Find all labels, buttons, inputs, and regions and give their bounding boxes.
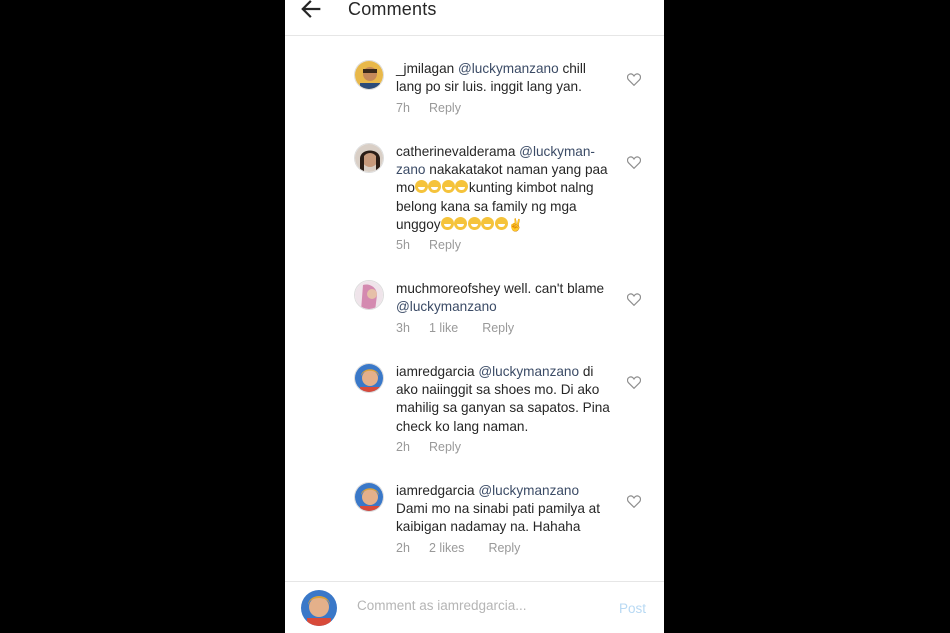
comment-time: 7h [396, 101, 410, 115]
reply-button[interactable]: Reply [488, 541, 520, 555]
comment-body: mo [396, 180, 415, 196]
comment-meta: 2h 2 likes Reply [396, 541, 520, 555]
comment-meta: 2h Reply [396, 440, 461, 454]
comment-meta: 5h Reply [396, 238, 461, 252]
heart-icon[interactable] [627, 156, 641, 169]
laughing-emoji-icon [428, 180, 442, 194]
comment-body: kaibigan nadamay na. Hahaha [396, 519, 581, 535]
reply-button[interactable]: Reply [482, 321, 514, 335]
comment-text: muchmoreofshey well. can't blame @luckym… [396, 280, 616, 316]
comment-mention[interactable]: @luckymanzano [396, 299, 497, 314]
comment-body: nakakatakot naman yang paa [425, 162, 608, 178]
comment-body: Dami mo na sinabi pati pamilya at [396, 501, 600, 517]
reply-button[interactable]: Reply [429, 238, 461, 252]
comment-text: _jmilagan @luckymanzano chill lang po si… [396, 60, 616, 96]
comment-body: check ko lang naman. [396, 418, 529, 434]
post-button[interactable]: Post [619, 601, 646, 616]
comment-input[interactable] [357, 598, 587, 613]
avatar[interactable] [354, 143, 384, 173]
heart-icon[interactable] [627, 495, 641, 508]
heart-icon[interactable] [627, 73, 641, 86]
laughing-emoji-icon [494, 216, 508, 230]
comment-meta: 3h 1 like Reply [396, 321, 514, 335]
comment-body: chill [558, 61, 586, 76]
laughing-emoji-icon [441, 180, 455, 194]
avatar[interactable] [354, 280, 384, 310]
comment-time: 3h [396, 321, 410, 335]
comment-text: iamredgarcia @luckymanzano di ako naiing… [396, 363, 616, 436]
laughing-emoji-icon [455, 180, 469, 194]
victory-hand-icon: ✌ [508, 217, 524, 232]
avatar[interactable] [354, 482, 384, 512]
heart-icon[interactable] [627, 376, 641, 389]
comment-username[interactable]: iamredgarcia [396, 483, 475, 498]
laughing-emoji-icon [481, 216, 495, 230]
comment-username[interactable]: _jmilagan [396, 61, 454, 76]
reply-button[interactable]: Reply [429, 101, 461, 115]
avatar[interactable] [354, 363, 384, 393]
comment-body: di [579, 364, 594, 379]
like-count[interactable]: 1 like [429, 321, 458, 335]
comment-meta: 7h Reply [396, 101, 461, 115]
comment-username[interactable]: muchmoreofshey [396, 281, 500, 296]
laughing-emoji-icon [454, 216, 468, 230]
comment-composer: Post [285, 581, 664, 633]
heart-icon[interactable] [627, 293, 641, 306]
comment-body: belong kana sa family ng mga [396, 198, 577, 214]
comment-mention[interactable]: @luckymanzano [478, 364, 579, 379]
laughing-emoji-icon [414, 180, 428, 194]
comment-body: unggoy [396, 216, 441, 232]
reply-button[interactable]: Reply [429, 440, 461, 454]
current-user-avatar [301, 590, 337, 626]
comment-body: mahilig sa ganyan sa sapatos. Pina [396, 400, 610, 416]
laughing-emoji-icon [467, 216, 481, 230]
comment-body: ako naiinggit sa shoes mo. Di ako [396, 382, 600, 398]
comment-username[interactable]: iamredgarcia [396, 364, 475, 379]
comment-time: 2h [396, 541, 410, 555]
comment-text: iamredgarcia @luckymanzano Dami mo na si… [396, 482, 616, 537]
comment-time: 5h [396, 238, 410, 252]
comment-body: lang po sir luis. inggit lang yan. [396, 79, 582, 95]
laughing-emoji-icon [440, 216, 454, 230]
comments-header: Comments [285, 0, 664, 36]
avatar[interactable] [354, 60, 384, 90]
comment-mention[interactable]: @luckymanzano [458, 61, 559, 76]
comment-mention[interactable]: @luckyman- [519, 144, 595, 159]
comment-mention-cont[interactable]: zano [396, 162, 425, 177]
comments-screen: Comments _jmilagan @luckymanzano chill l… [285, 0, 664, 633]
back-arrow-icon[interactable] [300, 0, 322, 20]
comment-body: kunting kimbot nalng [468, 180, 594, 196]
comment-text: catherinevalderama @luckyman- zano nakak… [396, 143, 616, 234]
page-title: Comments [348, 0, 437, 19]
comment-username[interactable]: catherinevalderama [396, 144, 515, 159]
like-count[interactable]: 2 likes [429, 541, 464, 555]
comment-mention[interactable]: @luckymanzano [478, 483, 579, 498]
comment-time: 2h [396, 440, 410, 454]
comment-body: well. can't blame [500, 281, 605, 296]
